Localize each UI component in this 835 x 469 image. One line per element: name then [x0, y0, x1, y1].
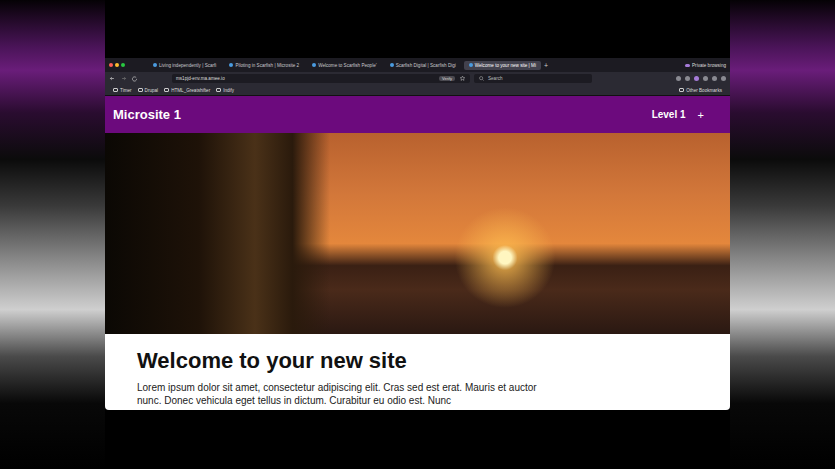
account-icon[interactable]: [712, 76, 717, 81]
site-logo[interactable]: Microsite 1: [113, 107, 181, 122]
reload-icon[interactable]: [131, 75, 138, 82]
bookmark-item[interactable]: Timer: [113, 88, 132, 93]
download-icon[interactable]: [703, 76, 708, 81]
web-page: Microsite 1 Level 1+ Welcome to your new s…: [105, 96, 730, 410]
page-heading: Welcome to your new site: [137, 348, 706, 374]
toolbar-icons: [676, 76, 726, 81]
bookmarks-bar: Timer Drupal HTML_Greatshifter Indify Other …: [105, 85, 730, 96]
pocket-icon[interactable]: [676, 76, 681, 81]
search-field[interactable]: Search: [474, 74, 592, 83]
url-text: ms1pjd-env.ma.amee.io: [176, 76, 225, 81]
navigation-bar: ms1pjd-env.ma.amee.io Verify Search: [105, 72, 730, 85]
folder-icon: [679, 88, 684, 92]
blur-left: [0, 0, 105, 469]
other-bookmarks[interactable]: Other Bookmarks: [679, 88, 722, 93]
site-header: Microsite 1 Level 1+: [105, 96, 730, 133]
profile-icon[interactable]: [694, 76, 699, 81]
forward-icon[interactable]: [120, 75, 127, 82]
minimize-icon[interactable]: [115, 63, 119, 67]
bookmark-item[interactable]: Indify: [216, 88, 234, 93]
favicon-icon: [469, 63, 473, 67]
favicon-icon: [312, 63, 316, 67]
verify-badge[interactable]: Verify: [439, 76, 455, 81]
search-icon: [478, 75, 485, 82]
favicon-icon: [153, 63, 157, 67]
hero-image: [105, 133, 730, 334]
window-controls: [109, 63, 125, 67]
folder-icon: [216, 88, 221, 92]
bookmark-item[interactable]: HTML_Greatshifter: [164, 88, 210, 93]
browser-tab[interactable]: Scarfish Digital | Scarfish Digi: [385, 61, 461, 70]
browser-tab[interactable]: Living independently | Scarfi: [148, 61, 221, 70]
bookmark-item[interactable]: Drupal: [138, 88, 159, 93]
video-frame: Living independently | ScarfiPiloting in…: [0, 0, 835, 469]
expand-icon[interactable]: +: [698, 109, 704, 121]
body-text: Lorem ipsum dolor sit amet, consectetur …: [137, 381, 537, 407]
close-icon[interactable]: [109, 63, 113, 67]
back-icon[interactable]: [109, 75, 116, 82]
browser-tab[interactable]: Welcome to Scarfish People': [307, 61, 382, 70]
folder-icon: [164, 88, 169, 92]
site-nav: Level 1+: [652, 109, 704, 121]
mask-icon: [685, 64, 690, 67]
tab-bar: Living independently | ScarfiPiloting in…: [105, 58, 730, 72]
folder-icon: [138, 88, 143, 92]
browser-tab[interactable]: Piloting in Scarfish | Microsite 2: [224, 61, 304, 70]
menu-icon[interactable]: [721, 76, 726, 81]
star-icon[interactable]: [459, 75, 466, 82]
url-bar[interactable]: ms1pjd-env.ma.amee.io Verify: [172, 74, 470, 83]
favicon-icon: [390, 63, 394, 67]
page-content: Welcome to your new site Lorem ipsum dolo…: [105, 334, 730, 410]
blur-right: [730, 0, 835, 469]
letterbox-top: [105, 0, 730, 58]
private-browsing-label: Private browsing: [685, 63, 726, 68]
extension-icon[interactable]: [685, 76, 690, 81]
maximize-icon[interactable]: [121, 63, 125, 67]
center-column: Living independently | ScarfiPiloting in…: [105, 0, 730, 469]
new-tab-button[interactable]: +: [544, 62, 548, 69]
folder-icon: [113, 88, 118, 92]
letterbox-bottom: [105, 410, 730, 469]
nav-item[interactable]: Level 1+: [652, 109, 704, 121]
favicon-icon: [229, 63, 233, 67]
browser-tab[interactable]: Welcome to your new site | Mi: [464, 61, 541, 70]
browser-window: Living independently | ScarfiPiloting in…: [105, 58, 730, 410]
